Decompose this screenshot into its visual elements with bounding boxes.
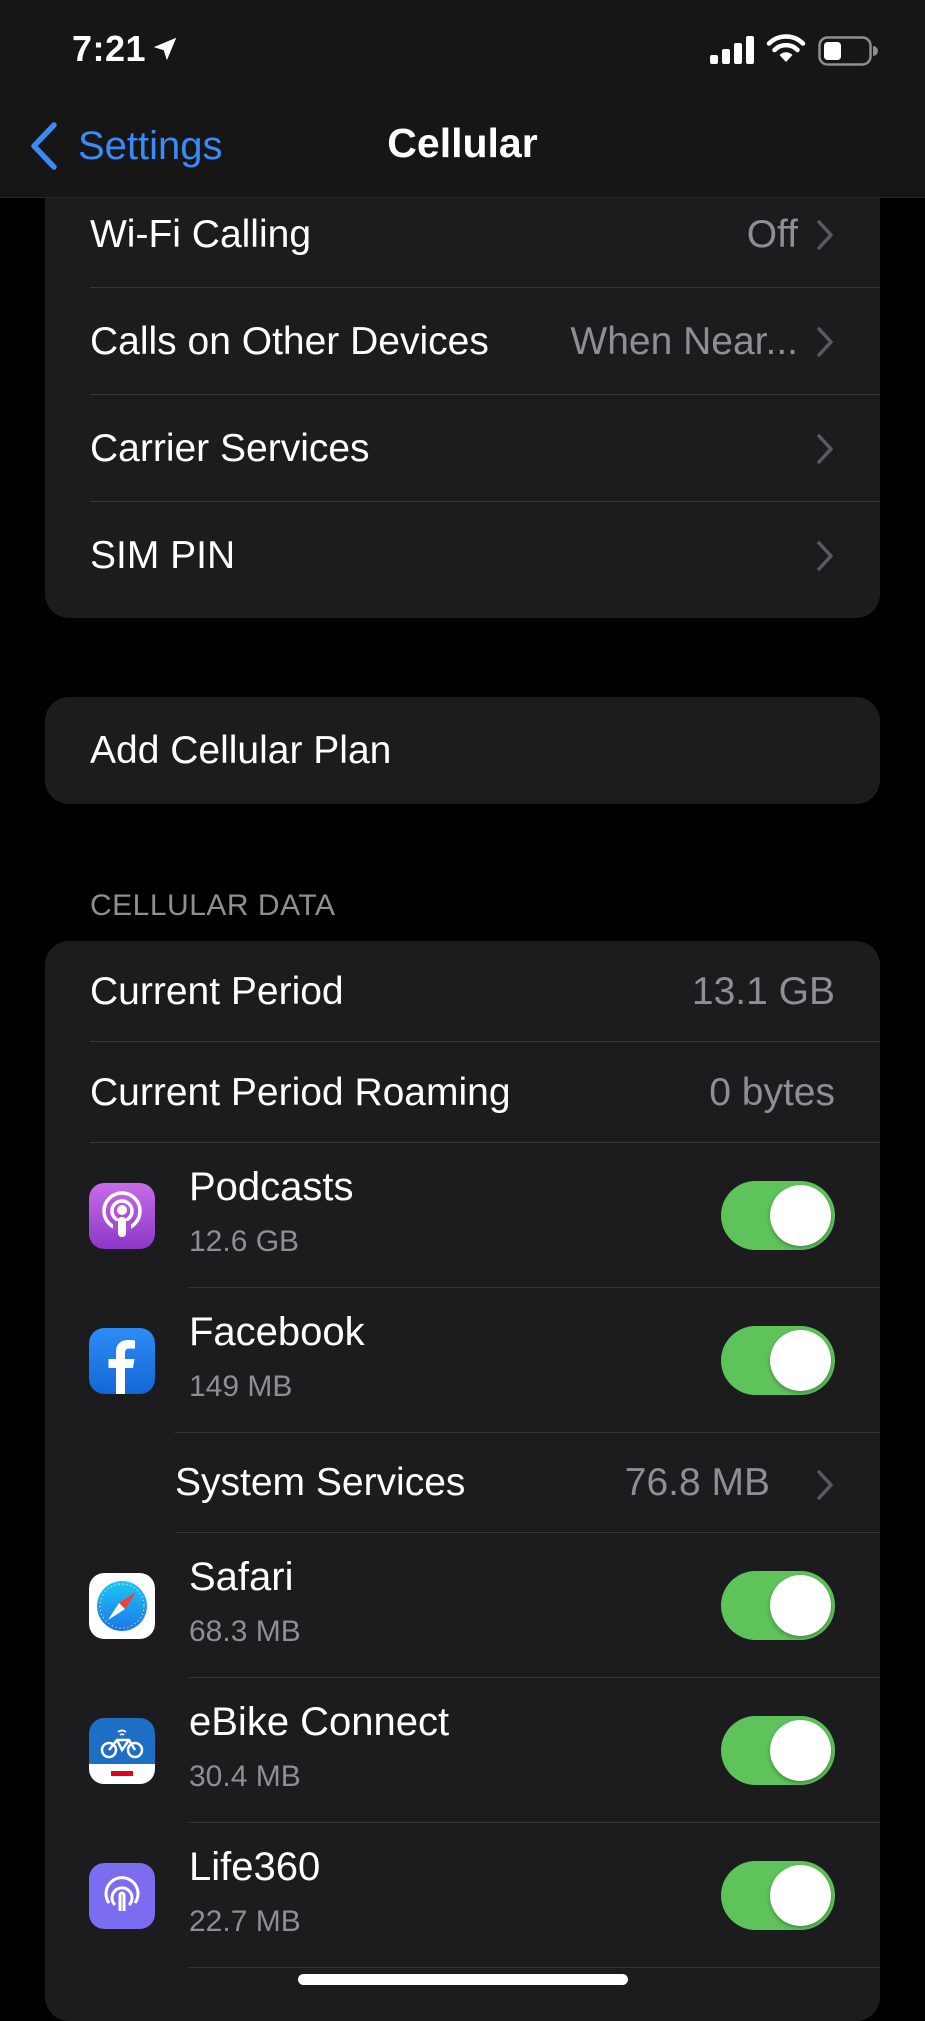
add-cellular-plan-group: Add Cellular Plan	[45, 697, 880, 804]
toggle-knob	[770, 1720, 831, 1781]
system-services-label: System Services	[175, 1461, 466, 1504]
app-data-usage: 12.6 GB	[189, 1225, 300, 1258]
home-indicator[interactable]	[298, 1974, 628, 1985]
wifi-calling-value: Off	[746, 213, 798, 256]
app-name: Podcasts	[189, 1165, 354, 1209]
add-cellular-plan-button[interactable]: Add Cellular Plan	[45, 697, 880, 804]
app-name: Facebook	[189, 1310, 365, 1354]
toggle-knob	[770, 1330, 831, 1391]
page-title: Cellular	[387, 120, 538, 166]
life360-icon	[89, 1863, 155, 1929]
sim-pin-label: SIM PIN	[90, 533, 236, 577]
toggle-knob	[770, 1865, 831, 1926]
status-time: 7:21	[72, 28, 147, 69]
current-period-value: 13.1 GB	[691, 969, 835, 1013]
toggle-knob	[770, 1575, 831, 1636]
app-name: eBike Connect	[189, 1700, 450, 1744]
app-data-usage: 68.3 MB	[189, 1615, 301, 1648]
podcasts-icon	[89, 1183, 155, 1249]
safari-cellular-toggle[interactable]	[721, 1571, 835, 1640]
app-row-podcasts: Podcasts 12.6 GB	[45, 1143, 880, 1288]
wifi-icon	[766, 34, 806, 62]
chevron-right-icon	[817, 326, 833, 357]
cellular-signal-icon	[710, 36, 754, 64]
location-arrow-icon	[153, 37, 177, 61]
safari-icon	[89, 1573, 155, 1639]
app-row-facebook: Facebook 149 MB	[45, 1288, 880, 1433]
carrier-services-row[interactable]: Carrier Services	[45, 395, 880, 502]
app-name: Safari	[189, 1555, 294, 1599]
current-period-row: Current Period 13.1 GB	[45, 941, 880, 1042]
add-cellular-plan-label: Add Cellular Plan	[90, 728, 392, 772]
chevron-right-icon	[817, 220, 833, 250]
calls-on-other-devices-value: When Near...	[570, 319, 798, 363]
calls-on-other-devices-row[interactable]: Calls on Other Devices When Near...	[45, 288, 880, 395]
cellular-data-group: Current Period 13.1 GB Current Period Ro…	[45, 941, 880, 2021]
current-period-roaming-label: Current Period Roaming	[90, 1070, 511, 1114]
chevron-right-icon	[817, 1470, 833, 1500]
current-period-roaming-row: Current Period Roaming 0 bytes	[45, 1042, 880, 1143]
app-data-usage: 22.7 MB	[189, 1905, 301, 1938]
wifi-calling-label: Wi-Fi Calling	[90, 213, 312, 256]
app-row-safari: Safari 68.3 MB	[45, 1533, 880, 1678]
ebike-connect-icon	[89, 1718, 155, 1784]
app-name: Life360	[189, 1845, 321, 1889]
top-bar: 7:21 Settings Cellular	[0, 0, 925, 198]
calls-on-other-devices-label: Calls on Other Devices	[90, 319, 489, 363]
carrier-services-label: Carrier Services	[90, 426, 370, 470]
divider	[189, 1967, 880, 1968]
chevron-right-icon	[817, 540, 833, 571]
sim-pin-row[interactable]: SIM PIN	[45, 502, 880, 609]
app-row-life360: Life360 22.7 MB	[45, 1823, 880, 1968]
app-row-ebike-connect: eBike Connect 30.4 MB	[45, 1678, 880, 1823]
podcasts-cellular-toggle[interactable]	[721, 1181, 835, 1250]
cellular-data-section-header: CELLULAR DATA	[90, 889, 336, 922]
app-data-usage: 149 MB	[189, 1370, 293, 1403]
current-period-label: Current Period	[90, 969, 344, 1013]
system-services-value: 76.8 MB	[624, 1461, 770, 1504]
app-data-usage: 30.4 MB	[189, 1760, 301, 1793]
life360-cellular-toggle[interactable]	[721, 1861, 835, 1930]
toggle-knob	[770, 1185, 831, 1246]
wifi-calling-row[interactable]: Wi-Fi Calling Off	[45, 192, 880, 288]
system-services-row[interactable]: System Services 76.8 MB	[45, 1433, 880, 1533]
battery-icon	[818, 36, 878, 66]
facebook-icon	[89, 1328, 155, 1394]
facebook-cellular-toggle[interactable]	[721, 1326, 835, 1395]
current-period-roaming-value: 0 bytes	[709, 1070, 835, 1114]
ebike-connect-cellular-toggle[interactable]	[721, 1716, 835, 1785]
chevron-right-icon	[817, 433, 833, 464]
calling-settings-group: Wi-Fi Calling Off Calls on Other Devices…	[45, 192, 880, 618]
